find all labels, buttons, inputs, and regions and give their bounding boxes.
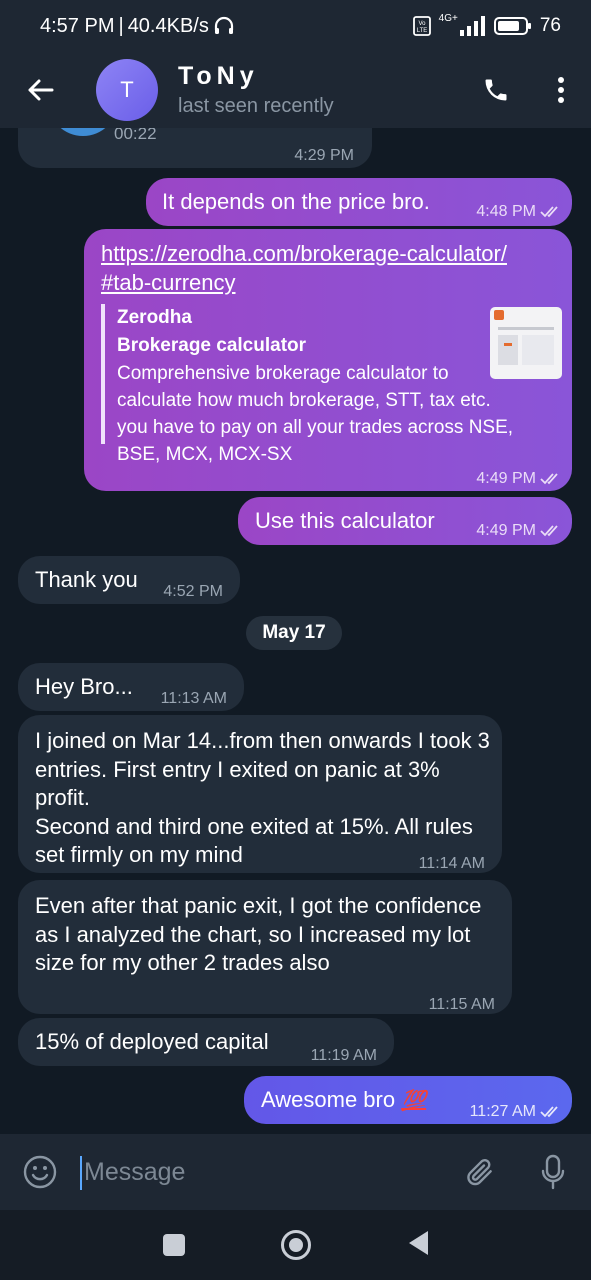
- message-text: Hey Bro...: [35, 674, 133, 699]
- message-input[interactable]: Message: [80, 1155, 445, 1190]
- message-text: Awesome bro 💯: [261, 1086, 426, 1115]
- date-chip: May 17: [246, 616, 342, 650]
- phone-icon: [485, 79, 507, 101]
- date-text: May 17: [262, 622, 326, 643]
- compose-bar: Message: [0, 1134, 591, 1210]
- voice-duration: 00:22: [114, 128, 157, 143]
- incoming-message[interactable]: Thank you 4:52 PM: [18, 556, 240, 604]
- status-time: 4:57 PM: [40, 14, 115, 37]
- read-ticks-icon: [540, 206, 558, 218]
- time-text: 4:49 PM: [476, 522, 536, 539]
- last-seen: last seen recently: [178, 95, 334, 117]
- incoming-message[interactable]: Even after that panic exit, I got the co…: [18, 880, 512, 1014]
- battery-icon: [493, 17, 531, 35]
- message-text: I joined on Mar 14...from then onwards I…: [35, 728, 490, 867]
- read-ticks-icon: [540, 525, 558, 537]
- message-time: 4:48 PM: [476, 198, 562, 226]
- message-time: 4:29 PM: [294, 147, 354, 164]
- preview-description: Comprehensive brokerage calculator to ca…: [117, 363, 514, 465]
- back-button[interactable]: [0, 52, 80, 128]
- message-text-body: Awesome bro: [261, 1087, 396, 1112]
- message-text: It depends on the price bro.: [162, 189, 430, 214]
- peer-info[interactable]: ToNy last seen recently: [178, 62, 461, 118]
- incoming-message[interactable]: Hey Bro... 11:13 AM: [18, 663, 244, 711]
- triangle-back-icon: [408, 1230, 428, 1255]
- status-divider: |: [118, 14, 124, 37]
- incoming-message[interactable]: I joined on Mar 14...from then onwards I…: [18, 715, 502, 873]
- microphone-icon: [541, 1154, 565, 1190]
- message-time: 11:13 AM: [160, 690, 227, 707]
- home-button[interactable]: [280, 1230, 311, 1260]
- svg-text:LTE: LTE: [416, 28, 427, 34]
- voice-play-button[interactable]: [48, 128, 118, 136]
- voice-record-button[interactable]: [515, 1154, 591, 1190]
- time-text: 4:49 PM: [476, 470, 536, 487]
- message-time: 4:49 PM: [476, 465, 562, 493]
- more-vertical-icon: [558, 77, 564, 103]
- outgoing-message[interactable]: It depends on the price bro. 4:48 PM: [146, 178, 572, 226]
- time-text: 4:48 PM: [476, 203, 536, 220]
- avatar-letter: T: [120, 77, 134, 102]
- volte-icon: VoLTE: [412, 16, 431, 36]
- call-button[interactable]: [461, 52, 531, 128]
- link-line: https://zerodha.com/brokerage-calculator…: [101, 241, 507, 266]
- message-text: Thank you: [35, 567, 138, 592]
- message-placeholder: Message: [84, 1157, 186, 1186]
- system-navigation-bar: [0, 1210, 591, 1280]
- preview-thumbnail[interactable]: [490, 307, 562, 379]
- emoji-button[interactable]: [0, 1155, 80, 1189]
- read-ticks-icon: [540, 1106, 558, 1118]
- back-nav-button[interactable]: [407, 1230, 429, 1261]
- voice-message[interactable]: 00:22 4:29 PM: [18, 128, 372, 168]
- time-text: 11:27 AM: [469, 1103, 536, 1120]
- outgoing-link-message[interactable]: https://zerodha.com/brokerage-calculator…: [84, 229, 572, 491]
- message-text: 15% of deployed capital: [35, 1029, 269, 1054]
- message-time: 11:15 AM: [428, 996, 495, 1013]
- battery-level: 76: [539, 15, 561, 36]
- recent-apps-button[interactable]: [162, 1234, 185, 1256]
- attach-button[interactable]: [445, 1155, 515, 1189]
- outgoing-message[interactable]: Use this calculator 4:49 PM: [238, 497, 572, 545]
- peer-name: ToNy: [178, 62, 259, 90]
- paperclip-icon: [467, 1159, 492, 1186]
- arrow-left-icon: [28, 79, 54, 101]
- read-ticks-icon: [540, 473, 558, 485]
- status-speed: 40.4KB/s: [127, 14, 209, 37]
- more-options-button[interactable]: [531, 52, 591, 128]
- chat-header: T ToNy last seen recently: [0, 52, 591, 128]
- status-bar: 4:57 PM | 40.4KB/s Vo LTE 4G+ 76: [0, 0, 591, 52]
- svg-text:Vo: Vo: [418, 21, 426, 27]
- avatar[interactable]: T: [96, 59, 158, 121]
- network-type: 4G+: [438, 12, 458, 24]
- message-time: 4:52 PM: [163, 583, 223, 600]
- incoming-message[interactable]: 15% of deployed capital 11:19 AM: [18, 1018, 394, 1066]
- message-time: 4:49 PM: [476, 517, 562, 545]
- message-text: Use this calculator: [255, 508, 435, 533]
- hundred-emoji-icon: 💯: [401, 1090, 427, 1112]
- outgoing-message[interactable]: Awesome bro 💯 11:27 AM: [244, 1076, 572, 1124]
- message-time: 11:19 AM: [310, 1047, 377, 1064]
- headset-icon: [214, 16, 233, 34]
- link-line: #tab-currency: [101, 270, 236, 295]
- smiley-icon: [23, 1155, 57, 1189]
- signal-icon: [459, 16, 485, 36]
- message-list[interactable]: 00:22 4:29 PM It depends on the price br…: [0, 128, 591, 1134]
- message-text: Even after that panic exit, I got the co…: [35, 893, 482, 975]
- home-dot-icon: [288, 1238, 303, 1252]
- message-link[interactable]: https://zerodha.com/brokerage-calculator…: [101, 239, 507, 297]
- message-time: 11:14 AM: [418, 855, 485, 872]
- message-time: 11:27 AM: [470, 1098, 562, 1126]
- text-caret: [80, 1155, 82, 1190]
